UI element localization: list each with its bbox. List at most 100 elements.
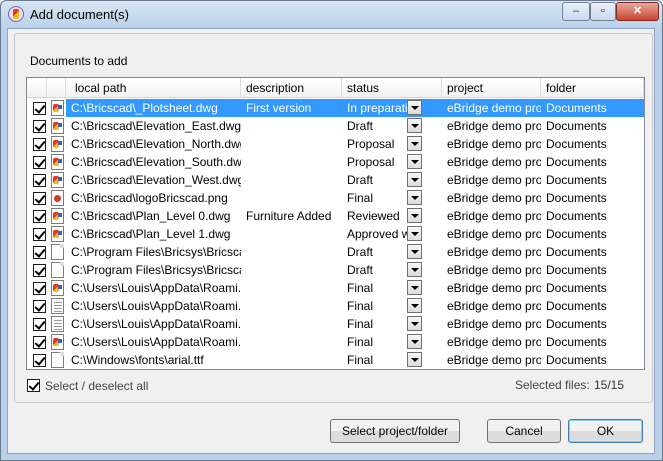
cell-status: In preparation <box>347 101 407 115</box>
status-dropdown-button[interactable] <box>407 298 422 313</box>
row-checkbox[interactable] <box>33 318 46 331</box>
status-dropdown-button[interactable] <box>407 100 422 115</box>
table-row[interactable]: C:\Bricscad\Plan_Level 1.dwg Approved w r… <box>27 225 644 243</box>
cell-description[interactable] <box>241 333 342 351</box>
table-row[interactable]: C:\Program Files\Bricsys\Bricsca... Draft… <box>27 261 644 279</box>
table-row[interactable]: C:\Bricscad\logoBricscad.png Final eBridge… <box>27 189 644 207</box>
select-project-folder-button[interactable]: Select project/folder <box>330 419 460 443</box>
row-checkbox[interactable] <box>33 210 46 223</box>
row-checkbox[interactable] <box>33 354 46 367</box>
status-dropdown-button[interactable] <box>407 226 422 241</box>
cell-local-path: C:\Windows\fonts\arial.ttf <box>71 353 204 367</box>
cell-description[interactable] <box>241 315 342 333</box>
dwg-icon <box>51 208 64 224</box>
cell-status: Final <box>347 191 374 205</box>
table-row[interactable]: C:\Users\Louis\AppData\Roami... Final eBri… <box>27 297 644 315</box>
row-checkbox[interactable] <box>33 120 46 133</box>
selected-files-label: Selected files: <box>515 378 590 392</box>
cancel-button[interactable]: Cancel <box>487 419 561 443</box>
table-row[interactable]: C:\Bricscad\Elevation_North.dwg Proposal e… <box>27 135 644 153</box>
cell-description[interactable] <box>241 297 342 315</box>
row-checkbox[interactable] <box>33 282 46 295</box>
header-local-path[interactable]: local path <box>66 78 241 98</box>
table-row[interactable]: C:\Users\Louis\AppData\Roami... Final eBri… <box>27 333 644 351</box>
maximize-button[interactable]: ▫ <box>590 2 616 21</box>
close-button[interactable]: ✕ <box>616 2 659 21</box>
row-checkbox[interactable] <box>33 228 46 241</box>
table-row[interactable]: C:\Bricscad\Plan_Level 0.dwg Furniture Ad… <box>27 207 644 225</box>
minimize-button[interactable]: – <box>562 2 590 21</box>
cell-description[interactable] <box>241 351 342 369</box>
status-dropdown-button[interactable] <box>407 136 422 151</box>
header-status[interactable]: status <box>342 78 442 98</box>
status-dropdown-button[interactable] <box>407 172 422 187</box>
status-dropdown-button[interactable] <box>407 262 422 277</box>
cell-project: eBridge demo pro... <box>447 191 541 205</box>
dwg-icon <box>51 226 64 242</box>
cell-status: Draft <box>347 245 374 259</box>
table-row[interactable]: C:\Bricscad\_Plotsheet.dwg First version I… <box>27 99 644 117</box>
row-checkbox[interactable] <box>33 138 46 151</box>
select-all-label[interactable]: Select / deselect all <box>45 379 148 393</box>
cell-folder: Documents <box>546 101 607 115</box>
status-dropdown-button[interactable] <box>407 208 422 223</box>
cell-description[interactable] <box>241 135 342 153</box>
cell-description[interactable]: Furniture Added <box>241 207 342 225</box>
status-dropdown-button[interactable] <box>407 352 422 367</box>
status-dropdown-button[interactable] <box>407 316 422 331</box>
header-folder[interactable]: folder <box>541 78 644 98</box>
table-row[interactable]: C:\Program Files\Bricsys\Bricsca... Draft… <box>27 243 644 261</box>
cell-status: Final <box>347 353 374 367</box>
select-all-checkbox[interactable] <box>27 379 40 392</box>
window-title: Add document(s) <box>30 7 129 22</box>
cell-description[interactable] <box>241 153 342 171</box>
cell-project: eBridge demo pro... <box>447 119 541 133</box>
row-checkbox[interactable] <box>33 246 46 259</box>
status-dropdown-button[interactable] <box>407 118 422 133</box>
table-row[interactable]: C:\Bricscad\Elevation_West.dwg Draft eBrid… <box>27 171 644 189</box>
cell-description[interactable] <box>241 117 342 135</box>
status-dropdown-button[interactable] <box>407 334 422 349</box>
cell-description[interactable] <box>241 225 342 243</box>
status-dropdown-button[interactable] <box>407 280 422 295</box>
dwg-icon <box>51 334 64 350</box>
cell-folder: Documents <box>546 335 607 349</box>
row-checkbox[interactable] <box>33 192 46 205</box>
header-description[interactable]: description <box>241 78 342 98</box>
table-row[interactable]: C:\Users\Louis\AppData\Roami... Final eBri… <box>27 315 644 333</box>
table-row[interactable]: C:\Windows\fonts\arial.ttf Final eBridge d… <box>27 351 644 369</box>
cell-local-path: C:\Bricscad\Plan_Level 1.dwg <box>71 227 231 241</box>
row-checkbox[interactable] <box>33 264 46 277</box>
status-dropdown-button[interactable] <box>407 154 422 169</box>
row-checkbox[interactable] <box>33 156 46 169</box>
documents-table[interactable]: local path description status project fo… <box>26 77 645 370</box>
header-check-column[interactable] <box>27 78 47 98</box>
table-row[interactable]: C:\Bricscad\Elevation_East.dwg Draft eBrid… <box>27 117 644 135</box>
cell-local-path: C:\Bricscad\Elevation_North.dwg <box>71 137 241 151</box>
table-row[interactable]: C:\Bricscad\Elevation_South.dwg Proposal e… <box>27 153 644 171</box>
row-checkbox[interactable] <box>33 102 46 115</box>
cell-description[interactable] <box>241 243 342 261</box>
cell-description[interactable] <box>241 279 342 297</box>
cell-project: eBridge demo pro... <box>447 209 541 223</box>
status-dropdown-button[interactable] <box>407 190 422 205</box>
cell-description[interactable] <box>241 189 342 207</box>
cell-description[interactable] <box>241 261 342 279</box>
cell-description[interactable] <box>241 171 342 189</box>
table-row[interactable]: C:\Users\Louis\AppData\Roami... Final eBri… <box>27 279 644 297</box>
dwg-icon <box>51 136 64 152</box>
cell-description[interactable]: First version <box>241 99 342 117</box>
ok-button[interactable]: OK <box>568 419 643 443</box>
cell-local-path: C:\Program Files\Bricsys\Bricsca... <box>71 263 241 277</box>
cell-folder: Documents <box>546 263 607 277</box>
dwg-icon <box>51 118 64 134</box>
row-checkbox[interactable] <box>33 300 46 313</box>
header-icon-column[interactable] <box>47 78 66 98</box>
status-dropdown-button[interactable] <box>407 244 422 259</box>
title-bar[interactable]: Add document(s) – ▫ ✕ <box>1 1 662 29</box>
row-checkbox[interactable] <box>33 336 46 349</box>
cell-local-path: C:\Users\Louis\AppData\Roami... <box>71 299 241 313</box>
row-checkbox[interactable] <box>33 174 46 187</box>
header-project[interactable]: project <box>442 78 541 98</box>
cell-folder: Documents <box>546 245 607 259</box>
